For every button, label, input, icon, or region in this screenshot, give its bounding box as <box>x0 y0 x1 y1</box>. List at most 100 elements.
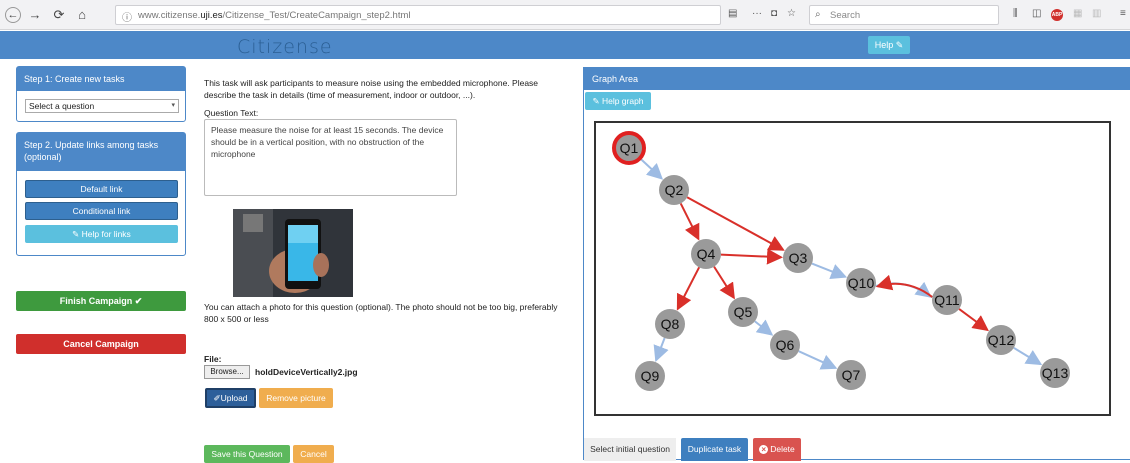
reload-icon[interactable]: ⟳ <box>51 7 67 23</box>
address-bar[interactable]: ⓘ www.citizense.uji.es/Citizense_Test/Cr… <box>115 5 721 25</box>
graph-node-q5[interactable]: Q5 <box>728 297 758 327</box>
graph-node-label: Q11 <box>934 292 960 308</box>
edge-Q11-Q12[interactable] <box>958 308 989 332</box>
brand-title[interactable]: Citizense <box>237 36 333 58</box>
graph-canvas[interactable]: Q1 Q2 Q3 Q4 Q5 Q6 Q7 Q8 Q9 Q10 Q11 Q12 Q13 <box>594 121 1111 416</box>
edge-Q12-Q13[interactable] <box>1013 346 1043 366</box>
info-icon[interactable]: ⓘ <box>122 9 132 24</box>
task-graph[interactable]: Q1 Q2 Q3 Q4 Q5 Q6 Q7 Q8 Q9 Q10 Q11 Q12 Q13 <box>596 123 1109 414</box>
library-icon[interactable]: ⫼ <box>1013 8 1018 19</box>
graph-node-label: Q8 <box>661 316 680 332</box>
edge-Q4-Q5[interactable] <box>713 266 735 300</box>
edge-Q5-Q6[interactable] <box>754 319 774 336</box>
graph-node-q10[interactable]: Q10 <box>846 268 876 298</box>
extension-icon[interactable]: ▦ <box>1073 8 1082 19</box>
graph-node-q8[interactable]: Q8 <box>655 309 685 339</box>
question-textarea[interactable]: Please measure the noise for at least 15… <box>204 119 457 196</box>
graph-node-label: Q7 <box>842 367 861 383</box>
edge-Q8-Q9[interactable] <box>653 337 669 362</box>
graph-node-q2[interactable]: Q2 <box>659 175 689 205</box>
file-label: File: <box>204 354 222 364</box>
edge-Q4-Q3[interactable] <box>720 248 784 265</box>
graph-node-q11[interactable]: Q11 <box>932 285 962 315</box>
question-photo <box>233 209 353 297</box>
browser-toolbar: ← → ⟳ ⌂ ⓘ www.citizense.uji.es/Citizense… <box>0 0 1130 30</box>
graph-node-q13[interactable]: Q13 <box>1040 358 1070 388</box>
step2-panel: Step 2. Update links among tasks (option… <box>16 132 186 256</box>
file-name: holdDeviceVertically2.jpg <box>255 367 358 377</box>
graph-node-q12[interactable]: Q12 <box>986 325 1016 355</box>
help-graph-button[interactable]: ✎ Help graph <box>585 92 651 110</box>
help-links-label: Help for links <box>81 229 131 239</box>
graph-node-label: Q1 <box>620 140 639 156</box>
graph-node-label: Q4 <box>697 246 716 262</box>
search-bar[interactable]: ⌕ Search <box>809 5 999 25</box>
finish-campaign-button[interactable]: Finish Campaign ✔ <box>16 291 186 311</box>
edge-Q11-Q10[interactable] <box>875 274 933 298</box>
help-graph-label: Help graph <box>601 96 644 106</box>
adblock-icon[interactable]: ABP <box>1051 9 1063 21</box>
close-icon: × <box>759 445 769 454</box>
extension-2-icon[interactable]: ▥ <box>1092 8 1101 19</box>
question-type-select[interactable]: Select a question ▾ <box>25 99 179 113</box>
sidebar-icon[interactable]: ◫ <box>1032 8 1041 19</box>
help-links-button[interactable]: ✎ Help for links <box>25 225 178 243</box>
graph-node-q1[interactable]: Q1 <box>612 131 646 165</box>
edge-Q2-Q4[interactable] <box>679 202 700 241</box>
graph-node-q9[interactable]: Q9 <box>635 361 665 391</box>
edge-Q6-Q7[interactable] <box>798 350 838 370</box>
default-link-button[interactable]: Default link <box>25 180 178 198</box>
graph-node-label: Q9 <box>641 368 660 384</box>
remove-picture-button[interactable]: Remove picture <box>259 388 333 408</box>
question-text-label: Question Text: <box>204 108 259 118</box>
conditional-link-button[interactable]: Conditional link <box>25 202 178 220</box>
graph-node-label: Q6 <box>776 337 795 353</box>
save-question-button[interactable]: Save this Question <box>204 445 290 463</box>
menu-icon[interactable]: ≡ <box>1120 8 1126 19</box>
pocket-icon[interactable]: ◘ <box>771 8 777 19</box>
pin-icon: ✎ <box>895 40 904 50</box>
reader-view-icon[interactable]: ▤ <box>728 8 737 19</box>
pin-icon: ✎ <box>72 229 80 239</box>
graph-node-label: Q13 <box>1042 365 1069 381</box>
graph-node-q3[interactable]: Q3 <box>783 243 813 273</box>
back-arrow-icon[interactable]: ← <box>5 7 21 23</box>
graph-node-label: Q5 <box>734 304 753 320</box>
search-icon: ⌕ <box>815 9 821 20</box>
home-icon[interactable]: ⌂ <box>74 7 90 23</box>
graph-title: Graph Area <box>584 68 1130 90</box>
duplicate-task-button[interactable]: Duplicate task <box>681 438 748 461</box>
edge-Q4-Q8[interactable] <box>676 266 701 311</box>
upload-label: Upload <box>220 393 248 403</box>
url-text[interactable]: www.citizense.uji.es/Citizense_Test/Crea… <box>138 10 410 21</box>
chevron-down-icon: ▾ <box>171 102 175 109</box>
edge-Q3-Q10[interactable] <box>811 262 848 280</box>
edge-Q1-Q2[interactable] <box>639 157 664 180</box>
graph-node-q6[interactable]: Q6 <box>770 330 800 360</box>
upload-button[interactable]: ✐Upload <box>205 388 256 408</box>
delete-button[interactable]: × Delete <box>753 438 801 461</box>
page-actions-icon[interactable]: ··· <box>752 8 762 19</box>
select-value: Select a question <box>29 101 95 111</box>
forward-arrow-icon[interactable]: → <box>27 7 43 23</box>
app-header: Citizense Help ✎ <box>0 31 1130 59</box>
bookmark-star-icon[interactable]: ☆ <box>787 8 796 19</box>
delete-label: Delete <box>770 444 795 454</box>
select-initial-question-tab[interactable]: Select initial question <box>584 438 676 461</box>
graph-node-label: Q10 <box>848 275 875 291</box>
graph-node-q4[interactable]: Q4 <box>691 239 721 269</box>
graph-node-label: Q2 <box>665 182 684 198</box>
task-description: This task will ask participants to measu… <box>204 78 539 100</box>
graph-node-label: Q12 <box>988 332 1015 348</box>
browse-button[interactable]: Browse... <box>204 365 250 379</box>
search-placeholder: Search <box>830 10 861 21</box>
step1-panel: Step 1: Create new tasks Select a questi… <box>16 66 186 122</box>
help-button[interactable]: Help ✎ <box>868 36 910 54</box>
step1-title: Step 1: Create new tasks <box>17 67 185 91</box>
upload-icon: ✐ <box>213 393 221 403</box>
pin-icon: ✎ <box>592 96 600 106</box>
cancel-campaign-button[interactable]: Cancel Campaign <box>16 334 186 354</box>
graph-node-q7[interactable]: Q7 <box>836 360 866 390</box>
graph-panel: Graph Area ✎ Help graph Q1 Q2 Q3 Q4 Q5 Q6 Q7 Q8… <box>583 67 1130 461</box>
cancel-question-button[interactable]: Cancel <box>293 445 334 463</box>
